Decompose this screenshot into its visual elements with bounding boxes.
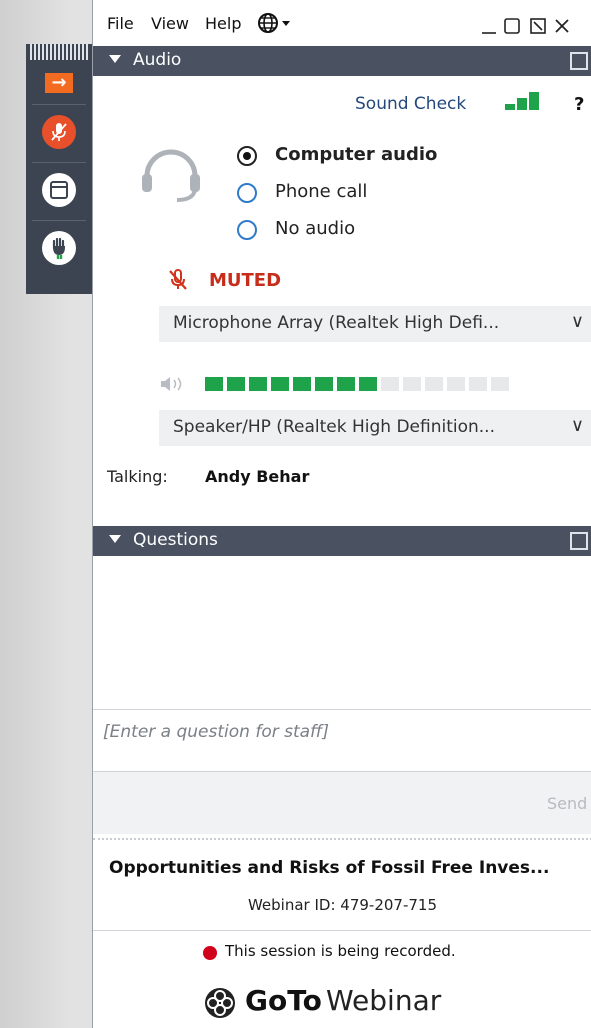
- question-input[interactable]: [Enter a question for staff]: [93, 710, 591, 770]
- brand-goto: GoTo: [245, 984, 322, 1017]
- popout-icon: [530, 18, 546, 34]
- level-segment: [381, 377, 399, 391]
- close-icon: [555, 19, 569, 33]
- language-button[interactable]: [257, 12, 297, 38]
- questions-panel-title: Questions: [133, 530, 218, 550]
- recording-text: This session is being recorded.: [225, 942, 456, 960]
- radio-button[interactable]: [237, 183, 257, 203]
- level-segment: [359, 377, 377, 391]
- arrow-right-icon: →: [45, 73, 73, 93]
- close-button[interactable]: [553, 17, 571, 39]
- sound-check-link[interactable]: Sound Check: [355, 94, 466, 114]
- headset-icon: [137, 140, 205, 210]
- question-placeholder: [Enter a question for staff]: [103, 722, 329, 742]
- window-icon: [42, 173, 76, 207]
- webinar-title: Opportunities and Risks of Fossil Free I…: [109, 858, 550, 878]
- option-label: Phone call: [275, 181, 368, 202]
- microphone-muted-icon: [42, 115, 76, 149]
- collapse-triangle-icon: [109, 535, 121, 543]
- questions-log: [93, 556, 591, 708]
- globe-icon: [258, 13, 290, 33]
- maximize-icon: [504, 18, 520, 34]
- level-segment: [293, 377, 311, 391]
- level-segment: [447, 377, 465, 391]
- menu-bar: File View Help: [93, 0, 591, 44]
- send-area: Send: [93, 772, 591, 834]
- help-icon[interactable]: ?: [574, 94, 584, 115]
- level-segment: [249, 377, 267, 391]
- minimize-button[interactable]: [481, 17, 497, 39]
- panel-popout-icon[interactable]: [570, 52, 588, 70]
- level-segment: [337, 377, 355, 391]
- questions-panel-header[interactable]: Questions: [93, 526, 591, 556]
- option-label: Computer audio: [275, 144, 438, 165]
- audio-panel-header[interactable]: Audio: [93, 46, 591, 76]
- gotowebinar-control-panel: File View Help Audio Sound Check ? Compu…: [92, 0, 591, 1028]
- webinar-id: Webinar ID: 479-207-715: [247, 896, 438, 914]
- screen-view-button[interactable]: [26, 168, 92, 212]
- talking-label: Talking:: [107, 467, 168, 486]
- level-segment: [491, 377, 509, 391]
- option-label: No audio: [275, 218, 356, 239]
- recording-dot-icon: [203, 946, 217, 960]
- maximize-button[interactable]: [503, 17, 521, 39]
- minimize-icon: [482, 32, 496, 34]
- speaker-value: Speaker/HP (Realtek High Definition...: [173, 417, 495, 437]
- side-toolbar: →: [26, 44, 92, 294]
- radio-button[interactable]: [237, 220, 257, 240]
- chevron-down-icon: ∨: [570, 415, 584, 436]
- raise-hand-button[interactable]: [26, 226, 92, 270]
- microphone-muted-small-icon: [167, 268, 189, 296]
- level-segment: [469, 377, 487, 391]
- panel-popout-icon[interactable]: [570, 532, 588, 550]
- radio-button-selected[interactable]: [237, 146, 257, 166]
- menu-view[interactable]: View: [151, 14, 189, 33]
- goto-flower-icon: [203, 986, 237, 1024]
- level-segment: [315, 377, 333, 391]
- level-segment: [271, 377, 289, 391]
- microphone-select[interactable]: Microphone Array (Realtek High Defi... ∨: [159, 306, 591, 342]
- brand-webinar: Webinar: [326, 984, 442, 1017]
- collapse-triangle-icon: [109, 55, 121, 63]
- send-button[interactable]: Send: [547, 794, 587, 813]
- level-segment: [205, 377, 223, 391]
- mute-toggle-button[interactable]: [26, 110, 92, 154]
- collapse-button[interactable]: →: [26, 70, 92, 96]
- speaker-level-meter: [205, 377, 565, 391]
- raise-hand-icon: [42, 231, 76, 265]
- chevron-down-icon: ∨: [570, 311, 584, 332]
- talking-name: Andy Behar: [205, 467, 310, 486]
- level-segment: [403, 377, 421, 391]
- signal-bars-icon: [505, 92, 549, 116]
- level-segment: [227, 377, 245, 391]
- menu-file[interactable]: File: [107, 14, 134, 33]
- microphone-value: Microphone Array (Realtek High Defi...: [173, 313, 500, 333]
- speaker-icon: [159, 375, 189, 397]
- popout-button[interactable]: [529, 17, 547, 39]
- menu-help[interactable]: Help: [205, 14, 241, 33]
- level-segment: [425, 377, 443, 391]
- muted-status: MUTED: [209, 270, 282, 291]
- audio-panel-title: Audio: [133, 50, 182, 70]
- speaker-select[interactable]: Speaker/HP (Realtek High Definition... ∨: [159, 410, 591, 446]
- toolbar-grip[interactable]: [30, 44, 88, 60]
